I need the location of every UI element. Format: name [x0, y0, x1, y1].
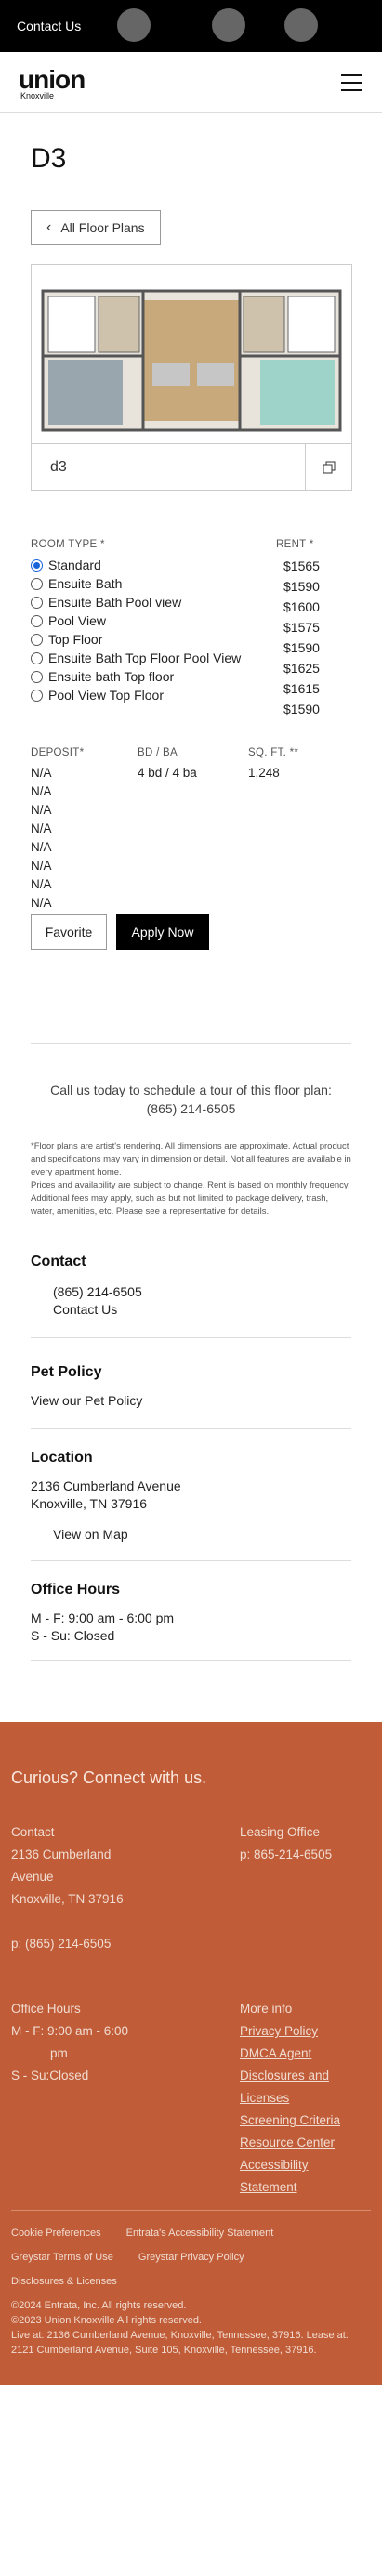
radio-button[interactable] [31, 559, 43, 572]
room-type-option[interactable]: Ensuite Bath Top Floor Pool View [31, 649, 241, 667]
cookie-preferences-link[interactable]: Cookie Preferences [11, 2228, 101, 2239]
room-type-header: ROOM TYPE * [31, 539, 105, 550]
room-type-option[interactable]: Ensuite Bath Pool view [31, 593, 241, 611]
terms-of-use-link[interactable]: Greystar Terms of Use [11, 2252, 113, 2263]
room-type-label: Ensuite Bath [48, 576, 123, 591]
unit-details: DEPOSIT* N/A N/A N/A N/A N/A N/A N/A N/A BD / B… [31, 747, 351, 911]
radio-button[interactable] [31, 614, 43, 627]
room-type-label: Ensuite Bath Top Floor Pool View [48, 651, 242, 665]
floor-plan-image[interactable] [32, 265, 351, 443]
pet-policy-link[interactable]: View our Pet Policy [31, 1392, 351, 1410]
deposit-value: N/A [31, 877, 52, 891]
social-icon[interactable] [117, 8, 151, 42]
favorite-button[interactable]: Favorite [31, 914, 107, 950]
pet-policy-section: Pet Policy View our Pet Policy [31, 1364, 351, 1410]
more-info-link[interactable]: Licenses [240, 2087, 340, 2109]
bdba-header: BD / BA [138, 747, 178, 758]
room-type-label: Top Floor [48, 632, 103, 647]
copy-icon[interactable] [305, 443, 351, 491]
room-type-option[interactable]: Ensuite bath Top floor [31, 667, 241, 686]
footer-heading: Curious? Connect with us. [11, 1768, 207, 1787]
rent-value: $1625 [283, 661, 320, 676]
deposit-value: N/A [31, 784, 52, 798]
room-type-option[interactable]: Ensuite Bath [31, 574, 241, 593]
room-type-label: Standard [48, 558, 101, 572]
social-icon[interactable] [284, 8, 318, 42]
contact-phone[interactable]: (865) 214-6505 [31, 1283, 351, 1301]
more-info-link[interactable]: Resource Center [240, 2132, 340, 2154]
rent-value: $1600 [283, 599, 320, 614]
floor-plan-name: d3 [50, 458, 67, 475]
radio-button[interactable] [31, 633, 43, 646]
more-info-link[interactable]: Accessibility [240, 2154, 340, 2176]
radio-button[interactable] [31, 577, 43, 590]
radio-button[interactable] [31, 689, 43, 702]
deposit-value: N/A [31, 896, 52, 910]
room-type-label: Ensuite Bath Pool view [48, 595, 182, 610]
deposit-value: N/A [31, 840, 52, 854]
deposit-value: N/A [31, 803, 52, 817]
contact-us-link[interactable]: Contact Us [17, 19, 81, 33]
rent-value: $1590 [283, 702, 320, 716]
sqft-header: SQ. FT. ** [248, 747, 299, 758]
deposit-value: N/A [31, 821, 52, 835]
site-footer: Curious? Connect with us. Contact 2136 C… [0, 1722, 382, 2385]
room-type-option[interactable]: Pool View Top Floor [31, 686, 241, 704]
office-hours-section: Office Hours M - F: 9:00 am - 6:00 pm S … [31, 1582, 175, 1643]
top-bar: Contact Us [0, 0, 382, 52]
rent-value: $1575 [283, 620, 320, 635]
bdba-value: 4 bd / 4 ba [138, 766, 197, 780]
radio-button[interactable] [31, 596, 43, 609]
sqft-value: 1,248 [248, 766, 280, 780]
divider [31, 1043, 351, 1044]
more-info-link[interactable]: Disclosures and [240, 2065, 340, 2087]
room-type-option[interactable]: Standard [31, 556, 241, 574]
apply-now-button[interactable]: Apply Now [116, 914, 209, 950]
room-type-option[interactable]: Pool View [31, 611, 241, 630]
menu-icon[interactable] [341, 74, 362, 91]
accessibility-statement-link[interactable]: Entrata's Accessibility Statement [126, 2228, 274, 2239]
site-header: union Knoxville [0, 52, 382, 113]
call-phone[interactable]: (865) 214-6505 [31, 1099, 351, 1118]
room-type-label: Pool View [48, 613, 107, 628]
room-type-label: Ensuite bath Top floor [48, 669, 175, 684]
disclaimer: *Floor plans are artist's rendering. All… [31, 1141, 351, 1216]
rent-value: $1615 [283, 681, 320, 696]
room-type-label: Pool View Top Floor [48, 688, 164, 703]
more-info-link[interactable]: Statement [240, 2176, 340, 2199]
more-info-link[interactable]: DMCA Agent [240, 2043, 340, 2065]
view-on-map-link[interactable]: View on Map [31, 1526, 351, 1544]
rent-value: $1590 [283, 579, 320, 594]
radio-button[interactable] [31, 651, 43, 664]
chevron-left-icon: ‹ [46, 219, 52, 235]
all-floor-plans-button[interactable]: ‹ All Floor Plans [31, 210, 161, 245]
floor-plan-card: d3 [31, 264, 352, 491]
rent-header: RENT * [276, 539, 314, 550]
page-title: D3 [31, 143, 67, 174]
call-to-schedule: Call us today to schedule a tour of this… [31, 1081, 351, 1118]
more-info-link[interactable]: Screening Criteria [240, 2109, 340, 2132]
deposit-value: N/A [31, 859, 52, 873]
rent-value: $1565 [283, 559, 320, 573]
radio-button[interactable] [31, 670, 43, 683]
contact-section: Contact (865) 214-6505 Contact Us [31, 1254, 351, 1319]
deposit-header: DEPOSIT* [31, 747, 85, 758]
more-info-link[interactable]: Privacy Policy [240, 2020, 340, 2043]
social-icon[interactable] [212, 8, 245, 42]
room-type-selector: ROOM TYPE * Standard Ensuite Bath Ensuite … [31, 539, 351, 725]
disclosures-link[interactable]: Disclosures & Licenses [11, 2272, 371, 2291]
location-section: Location 2136 Cumberland Avenue Knoxvill… [31, 1450, 351, 1544]
deposit-value: N/A [31, 766, 52, 780]
footer-phone[interactable]: p: (865) 214-6505 [11, 1933, 124, 1955]
contact-us-link[interactable]: Contact Us [31, 1301, 351, 1319]
privacy-policy-link[interactable]: Greystar Privacy Policy [138, 2252, 244, 2263]
room-type-option[interactable]: Top Floor [31, 630, 241, 649]
logo[interactable]: union Knoxville [19, 67, 86, 101]
leasing-phone[interactable]: p: 865-214-6505 [240, 1844, 332, 1866]
rent-value: $1590 [283, 640, 320, 655]
